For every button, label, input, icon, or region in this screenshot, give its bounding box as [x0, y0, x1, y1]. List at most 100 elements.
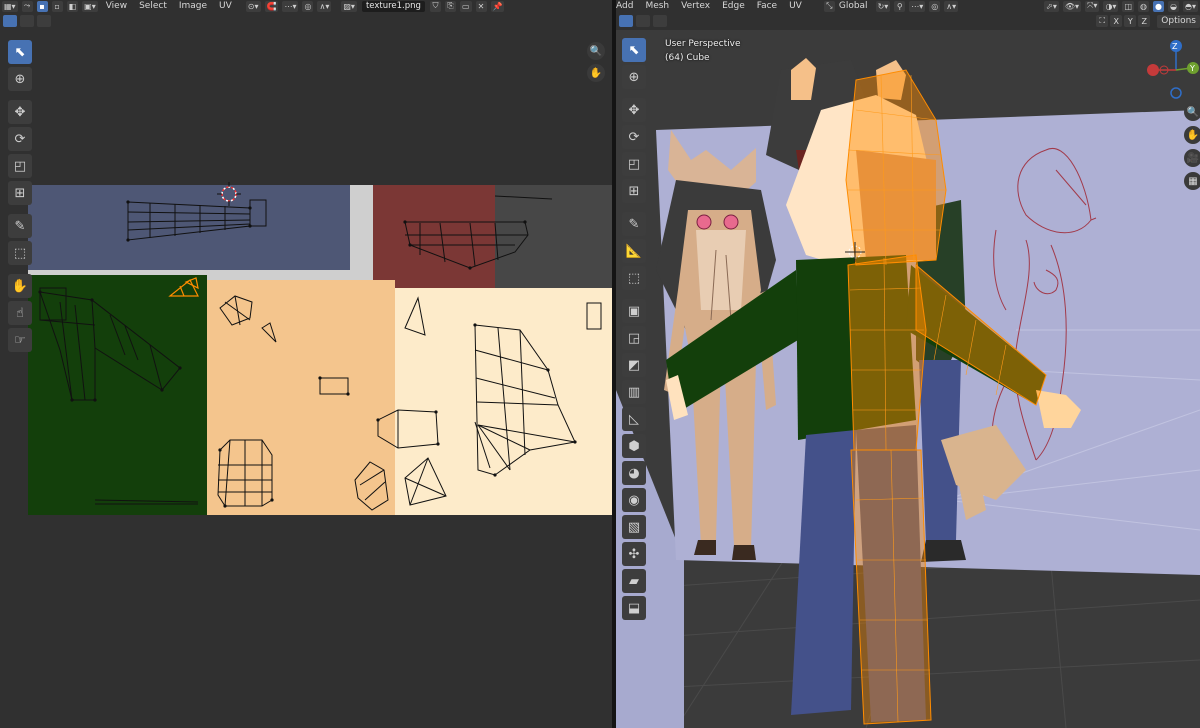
zoom-icon[interactable]: 🔍 [587, 42, 605, 60]
menu-uv[interactable]: UV [219, 1, 232, 11]
gizmo-icon[interactable]: ⤧▾ [1085, 0, 1100, 12]
pin-icon[interactable]: 📌 [490, 0, 505, 12]
snap-icon[interactable]: ⚲ [894, 0, 906, 12]
image-name-field[interactable]: texture1.png [361, 0, 425, 12]
edge-select-icon[interactable]: ▫ [51, 0, 63, 12]
camera-view-icon[interactable]: 🎥 [1184, 149, 1200, 167]
knife-tool-icon[interactable]: ◺ [622, 407, 646, 431]
selectability-icon[interactable]: ⬀▾ [1044, 0, 1059, 12]
viewport-toolbar: ⬉ ⊕ ✥ ⟳ ◰ ⊞ ✎ 📐 ⬚ ▣ ◲ ◩ ▥ ◺ ⬢ ◕ ◉ ▧ ✣ ▰ … [622, 38, 646, 623]
spin-tool-icon[interactable]: ◕ [622, 461, 646, 485]
vertex-select-icon[interactable]: ▪ [36, 0, 48, 12]
rotate-tool-icon[interactable]: ⟳ [8, 127, 32, 151]
overlay-icon[interactable]: ◑▾ [1103, 0, 1119, 12]
menu-uv[interactable]: UV [789, 1, 802, 11]
shading-render-icon[interactable]: ◓▾ [1183, 0, 1198, 12]
rotate-tool-icon[interactable]: ⟳ [622, 125, 646, 149]
viewport-area[interactable]: Z Y User Perspective (64) Cube ⬉ ⊕ ✥ ⟳ ◰… [616, 30, 1200, 728]
proportional-edit-icon[interactable]: ◎ [929, 0, 941, 12]
move-tool-icon[interactable]: ✥ [8, 100, 32, 124]
editor-type-button[interactable]: ▦▾ [2, 0, 18, 12]
uv-sculpt-box-icon[interactable]: ⬚ [8, 241, 32, 265]
pivot-icon[interactable]: ⊙▾ [245, 0, 261, 12]
menu-image[interactable]: Image [179, 1, 207, 11]
transform-orientation-icon[interactable]: ⤡ [823, 0, 835, 12]
menu-select[interactable]: Select [139, 1, 167, 11]
proportional-edit-icon[interactable]: ◎ [302, 0, 314, 12]
island-select-icon[interactable]: ▣▾ [82, 0, 98, 12]
mirror-x-toggle[interactable]: X [1110, 15, 1123, 27]
viewport-canvas[interactable] [616, 30, 1200, 728]
menu-view[interactable]: View [106, 1, 127, 11]
scale-tool-icon[interactable]: ◰ [622, 152, 646, 176]
pinch-tool-icon[interactable]: ☞ [8, 328, 32, 352]
select-mode-extend-icon[interactable] [20, 15, 34, 27]
cursor-tool-icon[interactable]: ⊕ [622, 65, 646, 89]
uv-tool-settings-row [0, 12, 612, 30]
transform-tool-icon[interactable]: ⊞ [622, 179, 646, 203]
fake-user-icon[interactable]: ⛉ [429, 0, 441, 12]
uv-canvas[interactable] [0, 30, 612, 728]
menu-edge[interactable]: Edge [722, 1, 745, 11]
select-mode-set-icon[interactable] [3, 15, 17, 27]
unlink-image-icon[interactable]: ✕ [475, 0, 487, 12]
falloff-icon[interactable]: ∧▾ [317, 0, 332, 12]
edge-slide-tool-icon[interactable]: ▧ [622, 515, 646, 539]
select-mode-set-icon[interactable] [619, 15, 633, 27]
select-box-tool-icon[interactable]: ⬉ [622, 38, 646, 62]
menu-add[interactable]: Add [616, 1, 633, 11]
inset-tool-icon[interactable]: ◲ [622, 326, 646, 350]
add-cube-tool-icon[interactable]: ⬚ [622, 266, 646, 290]
loop-cut-tool-icon[interactable]: ▥ [622, 380, 646, 404]
bevel-tool-icon[interactable]: ◩ [622, 353, 646, 377]
move-tool-icon[interactable]: ✥ [622, 98, 646, 122]
visibility-icon[interactable]: 👁▾ [1062, 0, 1082, 12]
falloff-icon[interactable]: ∧▾ [944, 0, 959, 12]
smooth-tool-icon[interactable]: ◉ [622, 488, 646, 512]
scale-tool-icon[interactable]: ◰ [8, 154, 32, 178]
mirror-y-toggle[interactable]: Y [1124, 15, 1137, 27]
grab-tool-icon[interactable]: ✋ [8, 274, 32, 298]
select-mode-subtract-icon[interactable] [653, 15, 667, 27]
rip-region-tool-icon[interactable]: ⬓ [622, 596, 646, 620]
mirror-options-icon[interactable]: ⛶ [1096, 15, 1109, 27]
annotate-tool-icon[interactable]: ✎ [8, 214, 32, 238]
select-mode-subtract-icon[interactable] [37, 15, 51, 27]
select-box-tool-icon[interactable]: ⬉ [8, 40, 32, 64]
xray-icon[interactable]: ◫ [1122, 0, 1134, 12]
menu-vertex[interactable]: Vertex [681, 1, 710, 11]
mirror-z-toggle[interactable]: Z [1138, 15, 1151, 27]
viewport-tool-settings-row: ⛶ X Y Z Options [616, 12, 1200, 30]
extrude-tool-icon[interactable]: ▣ [622, 299, 646, 323]
pan-hand-icon[interactable]: ✋ [1184, 126, 1200, 144]
snap-target-icon[interactable]: ⋯▾ [909, 0, 926, 12]
toggle-projection-icon[interactable]: ▦ [1184, 172, 1200, 190]
shading-material-icon[interactable]: ◒ [1168, 0, 1179, 12]
snap-icon[interactable]: 🧲 [264, 0, 279, 12]
shrink-fatten-tool-icon[interactable]: ✣ [622, 542, 646, 566]
transform-orientation-dropdown[interactable]: Global [839, 1, 868, 11]
open-image-icon[interactable]: ▭ [459, 0, 472, 12]
poly-build-tool-icon[interactable]: ⬢ [622, 434, 646, 458]
shading-solid-icon[interactable]: ● [1153, 0, 1164, 12]
options-button[interactable]: Options [1157, 14, 1200, 28]
menu-mesh[interactable]: Mesh [645, 1, 669, 11]
pivot-point-icon[interactable]: ↻▾ [875, 0, 891, 12]
measure-tool-icon[interactable]: 📐 [622, 239, 646, 263]
new-image-icon[interactable]: ⎘ [444, 0, 456, 12]
snap-target-icon[interactable]: ⋯▾ [282, 0, 299, 12]
image-browse-icon[interactable]: ▨▾ [341, 0, 357, 12]
sync-selection-icon[interactable]: ⤳ [21, 0, 33, 12]
face-select-icon[interactable]: ◧ [66, 0, 79, 12]
shear-tool-icon[interactable]: ▰ [622, 569, 646, 593]
zoom-icon[interactable]: 🔍 [1184, 103, 1200, 121]
annotate-tool-icon[interactable]: ✎ [622, 212, 646, 236]
pan-hand-icon[interactable]: ✋ [587, 64, 605, 82]
menu-face[interactable]: Face [757, 1, 777, 11]
shading-wire-icon[interactable]: ◍ [1138, 0, 1149, 12]
cursor-tool-icon[interactable]: ⊕ [8, 67, 32, 91]
uv-editor-area[interactable]: ⬉ ⊕ ✥ ⟳ ◰ ⊞ ✎ ⬚ ✋ ☝ ☞ 🔍 ✋ [0, 30, 612, 728]
select-mode-extend-icon[interactable] [636, 15, 650, 27]
relax-tool-icon[interactable]: ☝ [8, 301, 32, 325]
transform-tool-icon[interactable]: ⊞ [8, 181, 32, 205]
